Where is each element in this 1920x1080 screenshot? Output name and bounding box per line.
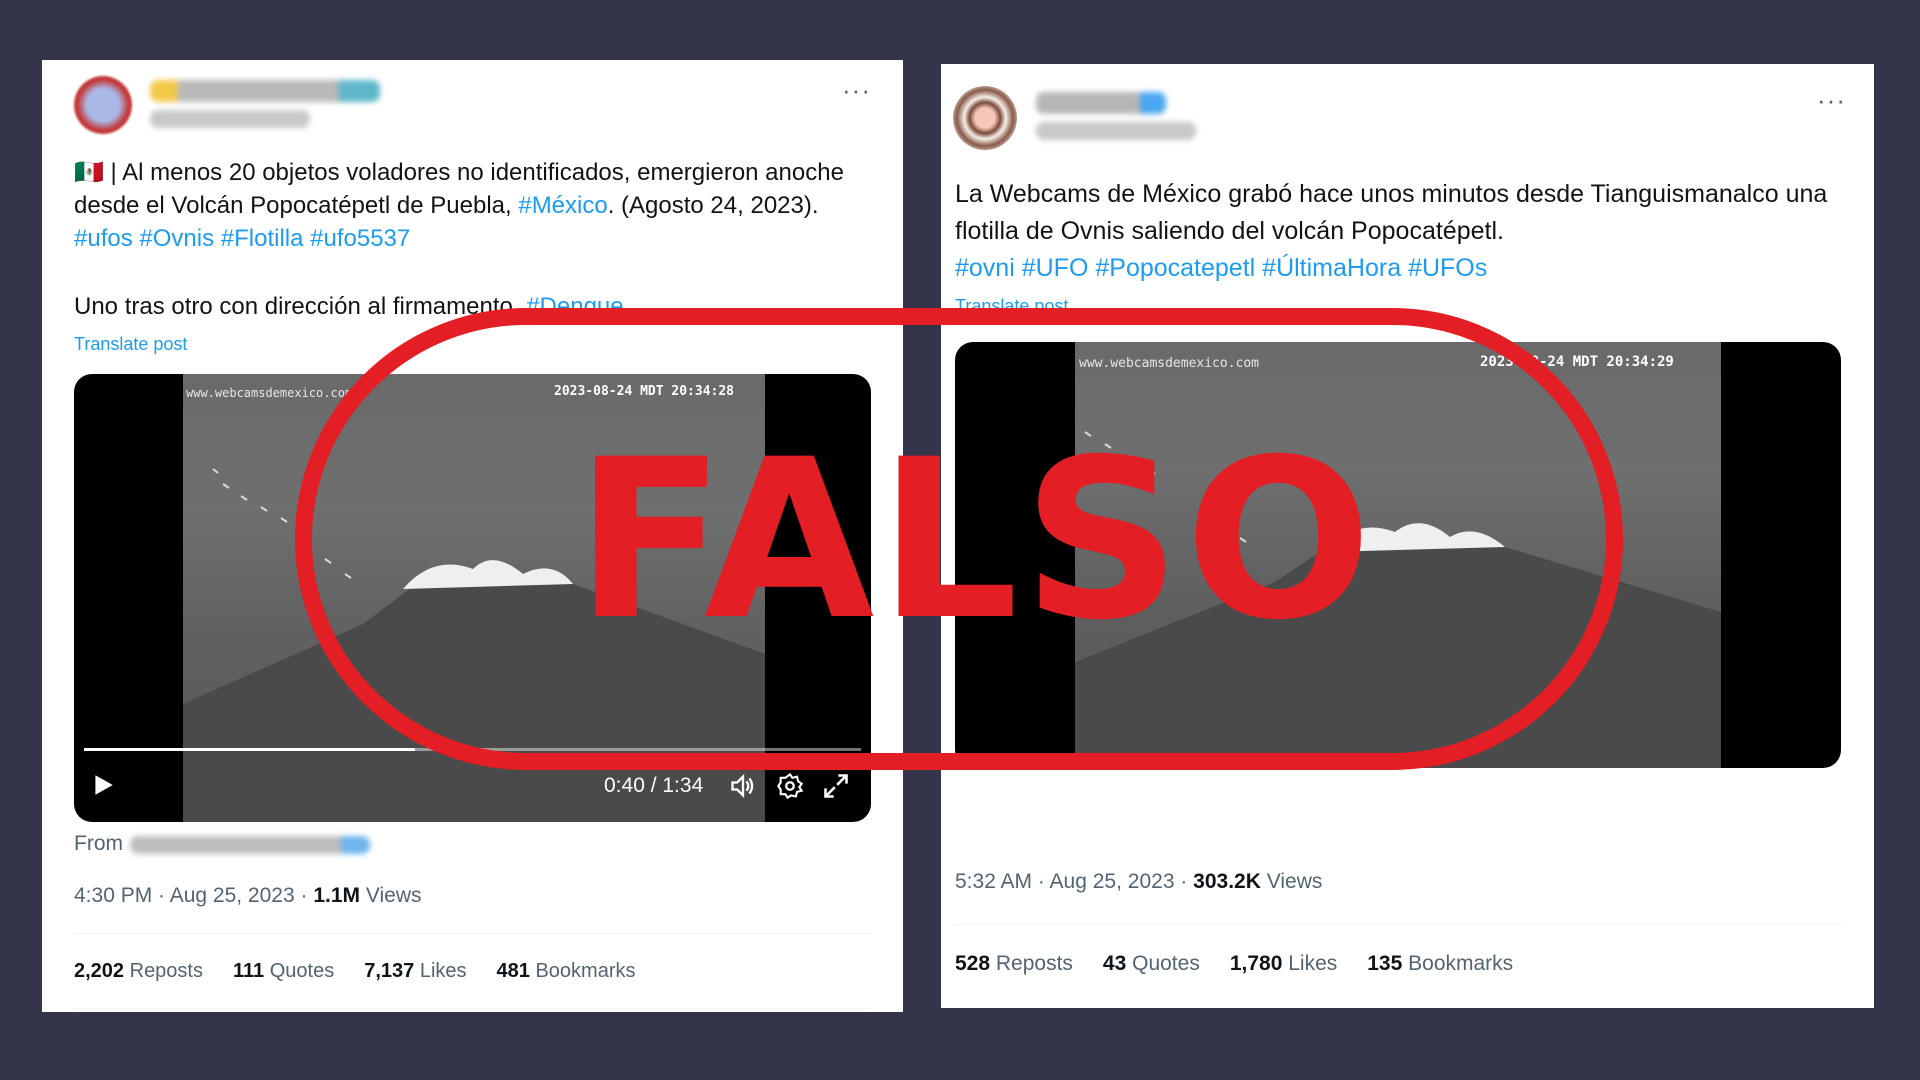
display-name-blurred[interactable] bbox=[1036, 92, 1166, 114]
translate-post-link[interactable]: Translate post bbox=[74, 334, 187, 355]
hashtag-ufos[interactable]: #ufos bbox=[74, 225, 133, 252]
video-progress-fill bbox=[84, 748, 415, 751]
avatar[interactable] bbox=[74, 76, 132, 134]
tweet-text: 🇲🇽 | Al menos 20 objetos voladores no id… bbox=[74, 159, 844, 252]
play-icon[interactable] bbox=[90, 772, 116, 803]
falso-stamp-text: FALSO bbox=[575, 412, 1376, 668]
likes-count[interactable]: 1,780 Likes bbox=[1230, 952, 1337, 976]
divider bbox=[74, 1008, 871, 1009]
from-account-blurred[interactable] bbox=[130, 836, 370, 854]
fullscreen-icon[interactable] bbox=[822, 772, 850, 805]
display-name-blurred[interactable] bbox=[150, 80, 380, 102]
hashtag-ufo[interactable]: #UFO bbox=[1022, 254, 1089, 282]
volume-icon[interactable] bbox=[729, 772, 757, 805]
hashtag-ultimahora[interactable]: #ÚltimaHora bbox=[1262, 254, 1401, 282]
engagement-stats: 528 Reposts 43 Quotes 1,780 Likes 135 Bo… bbox=[955, 952, 1543, 976]
hashtag-popocatepetl[interactable]: #Popocatepetl bbox=[1095, 254, 1255, 282]
bookmarks-count[interactable]: 135 Bookmarks bbox=[1367, 952, 1513, 976]
hashtag-ufos[interactable]: #UFOs bbox=[1408, 254, 1487, 282]
hashtag-ovni[interactable]: #ovni bbox=[955, 254, 1015, 282]
hashtag-mexico[interactable]: #México bbox=[518, 192, 607, 219]
engagement-stats: 2,202 Reposts 111 Quotes 7,137 Likes 481… bbox=[74, 960, 666, 983]
handle-blurred[interactable] bbox=[1036, 122, 1196, 140]
from-attribution: From bbox=[74, 832, 123, 855]
tweet-timestamp[interactable]: 4:30 PM · Aug 25, 2023 · 1.1M Views bbox=[74, 884, 422, 908]
mexico-flag: 🇲🇽 bbox=[74, 159, 104, 186]
hashtag-ovnis[interactable]: #Ovnis bbox=[139, 225, 214, 252]
settings-gear-icon[interactable] bbox=[776, 772, 804, 805]
tweet-text: La Webcams de México grabó hace unos min… bbox=[955, 180, 1828, 282]
reposts-count[interactable]: 2,202 Reposts bbox=[74, 960, 203, 983]
more-options-icon[interactable]: ··· bbox=[1817, 87, 1846, 113]
handle-blurred[interactable] bbox=[150, 110, 310, 128]
more-options-icon[interactable]: ··· bbox=[842, 77, 871, 103]
quotes-count[interactable]: 43 Quotes bbox=[1103, 952, 1200, 976]
reposts-count[interactable]: 528 Reposts bbox=[955, 952, 1073, 976]
avatar[interactable] bbox=[953, 86, 1017, 150]
hashtag-flotilla[interactable]: #Flotilla bbox=[221, 225, 304, 252]
quotes-count[interactable]: 111 Quotes bbox=[233, 960, 334, 983]
hashtag-ufo5537[interactable]: #ufo5537 bbox=[310, 225, 410, 252]
likes-count[interactable]: 7,137 Likes bbox=[364, 960, 466, 983]
divider bbox=[955, 924, 1844, 925]
divider bbox=[74, 933, 871, 934]
video-time: 0:40 / 1:34 bbox=[604, 774, 704, 797]
tweet-timestamp[interactable]: 5:32 AM · Aug 25, 2023 · 303.2K Views bbox=[955, 870, 1322, 894]
bookmarks-count[interactable]: 481 Bookmarks bbox=[497, 960, 636, 983]
